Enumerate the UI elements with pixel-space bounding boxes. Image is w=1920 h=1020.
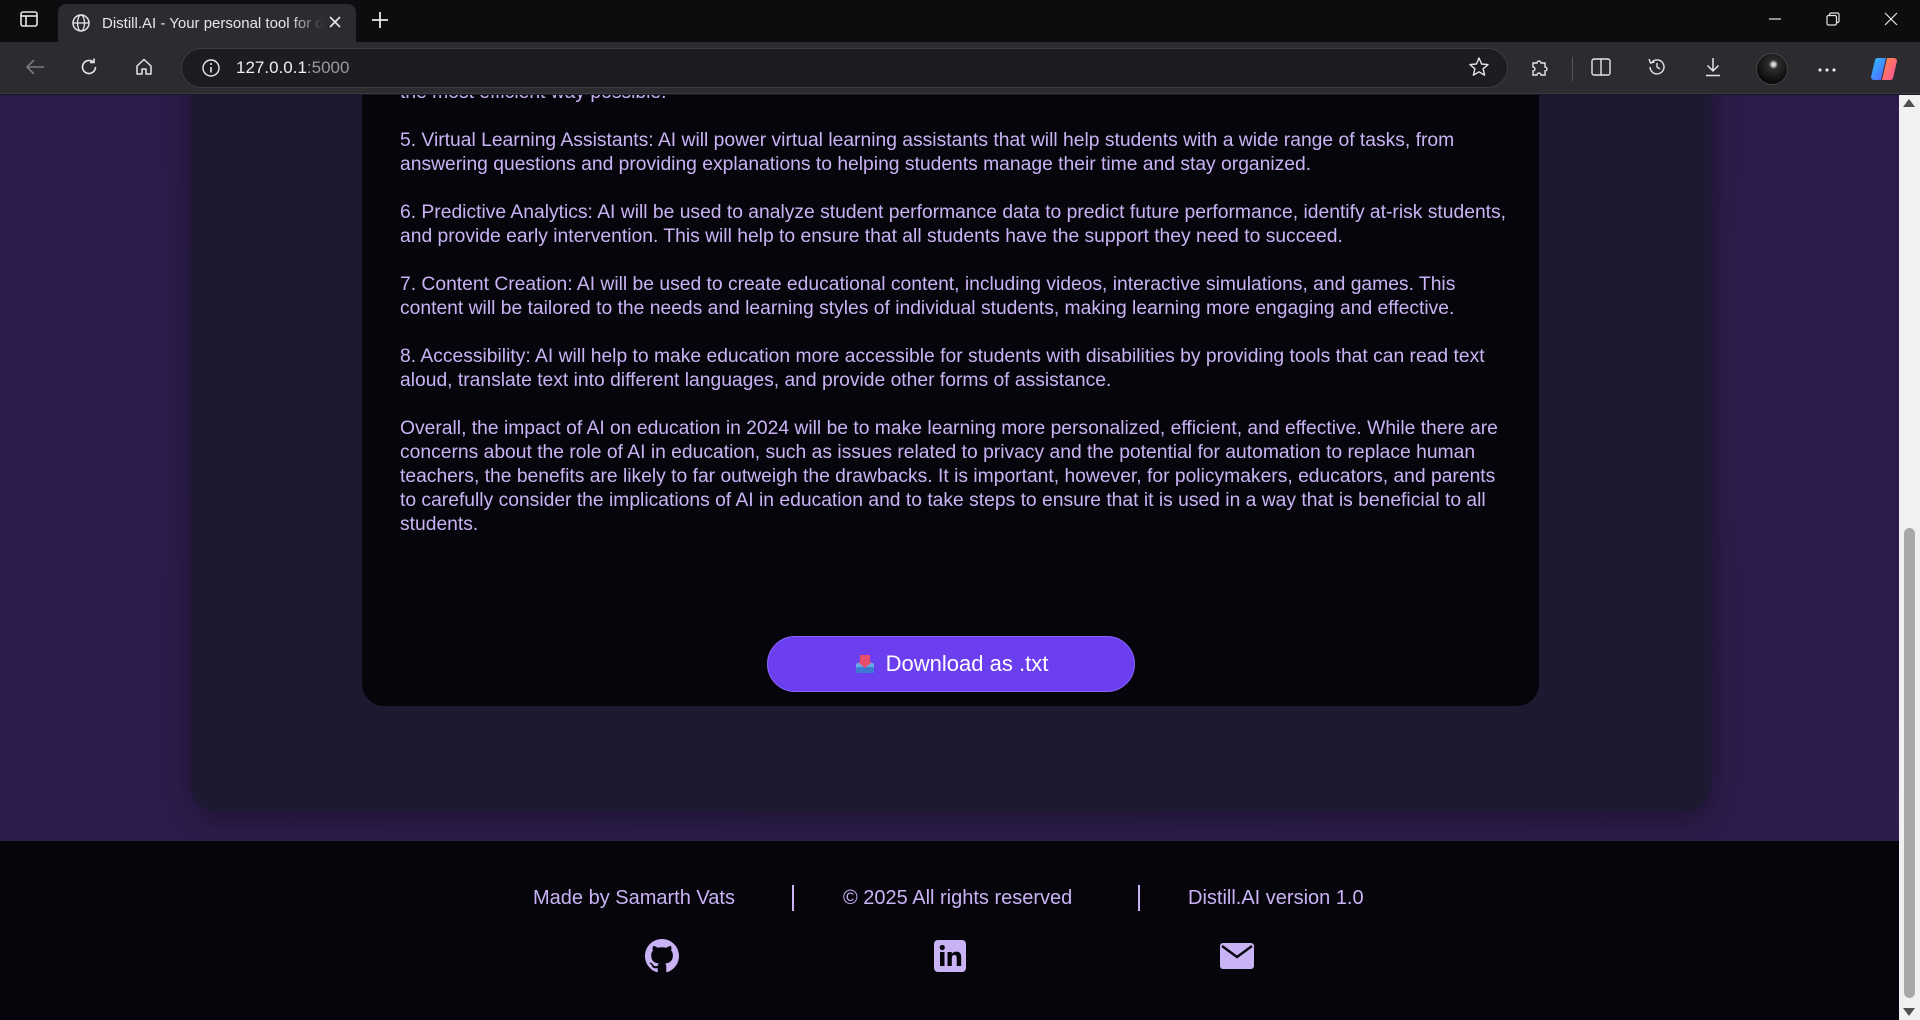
history-button[interactable]	[1640, 52, 1674, 86]
new-tab-button[interactable]	[366, 8, 394, 36]
github-link[interactable]	[644, 938, 680, 978]
downloads-button[interactable]	[1696, 52, 1730, 86]
active-tab[interactable]: Distill.AI - Your personal tool for dist…	[58, 4, 356, 42]
summary-text: the most efficient way possible. 5. Virt…	[400, 95, 1510, 561]
tab-title: Distill.AI - Your personal tool for dist…	[102, 14, 324, 32]
linkedin-icon	[934, 939, 966, 977]
address-bar[interactable]: 127.0.0.1:5000	[181, 48, 1508, 88]
split-screen-button[interactable]	[1584, 52, 1618, 86]
favorite-button[interactable]	[1467, 56, 1491, 83]
github-icon	[645, 938, 679, 978]
split-screen-icon	[1590, 57, 1612, 82]
extensions-icon	[1529, 56, 1551, 83]
summary-paragraph: 6. Predictive Analytics: AI will be used…	[400, 202, 1507, 247]
back-icon	[25, 58, 45, 81]
page-scrollbar[interactable]	[1899, 95, 1920, 1020]
sidebar-icon	[20, 10, 38, 32]
page-viewport: the most efficient way possible. 5. Virt…	[0, 95, 1899, 1020]
info-icon[interactable]	[200, 57, 222, 79]
more-icon	[1817, 60, 1837, 78]
plus-icon	[371, 11, 389, 34]
more-options-button[interactable]	[1810, 52, 1844, 86]
home-icon	[134, 57, 154, 82]
summary-paragraph: 5. Virtual Learning Assistants: AI will …	[400, 130, 1455, 175]
scroll-down-arrow[interactable]	[1903, 1008, 1915, 1016]
globe-icon	[70, 12, 92, 34]
footer-version: Distill.AI version 1.0	[1188, 887, 1364, 909]
footer-made-by: Made by Samarth Vats	[533, 887, 735, 909]
inbox-tray-icon	[854, 653, 876, 675]
scrollbar-thumb[interactable]	[1904, 528, 1915, 998]
tab-strip: Distill.AI - Your personal tool for dist…	[0, 0, 1920, 42]
footer-divider	[1138, 885, 1140, 911]
restore-button[interactable]	[1810, 6, 1856, 36]
toolbar-divider	[1572, 57, 1573, 81]
download-icon	[1703, 56, 1723, 83]
summary-paragraph: the most efficient way possible.	[400, 95, 1510, 105]
tab-close-button[interactable]	[324, 12, 346, 34]
summary-paragraph: Overall, the impact of AI on education i…	[400, 418, 1498, 535]
footer-rights: © 2025 All rights reserved	[843, 887, 1073, 909]
linkedin-link[interactable]	[932, 939, 968, 977]
browser-toolbar: 127.0.0.1:5000	[0, 42, 1920, 94]
extensions-button[interactable]	[1523, 52, 1557, 86]
email-link[interactable]	[1219, 940, 1255, 976]
site-footer: Made by Samarth Vats © 2025 All rights r…	[0, 841, 1899, 1020]
minimize-button[interactable]	[1752, 6, 1798, 36]
minimize-icon	[1768, 12, 1782, 31]
url-port: :5000	[306, 58, 350, 77]
refresh-icon	[79, 57, 99, 82]
summary-paragraph: 8. Accessibility: AI will help to make e…	[400, 346, 1485, 391]
copilot-icon	[1868, 58, 1900, 89]
download-txt-button[interactable]: Download as .txt	[767, 636, 1135, 692]
mail-icon	[1220, 942, 1254, 974]
sidebar-toggle-button[interactable]	[16, 9, 42, 33]
url-host: 127.0.0.1	[236, 58, 307, 77]
star-icon	[1468, 56, 1490, 83]
profile-avatar[interactable]	[1756, 53, 1788, 85]
footer-divider	[792, 885, 794, 911]
scroll-up-arrow[interactable]	[1903, 99, 1915, 107]
download-button-label: Download as .txt	[885, 651, 1049, 676]
copilot-button[interactable]	[1868, 53, 1900, 85]
refresh-button[interactable]	[72, 52, 106, 86]
back-button[interactable]	[18, 52, 52, 86]
summary-paragraph: 7. Content Creation: AI will be used to …	[400, 274, 1456, 319]
window-close-button[interactable]	[1868, 6, 1914, 36]
window-close-icon	[1884, 12, 1898, 31]
restore-icon	[1826, 11, 1840, 31]
history-icon	[1646, 56, 1668, 83]
close-icon	[328, 12, 342, 35]
home-button[interactable]	[127, 52, 161, 86]
